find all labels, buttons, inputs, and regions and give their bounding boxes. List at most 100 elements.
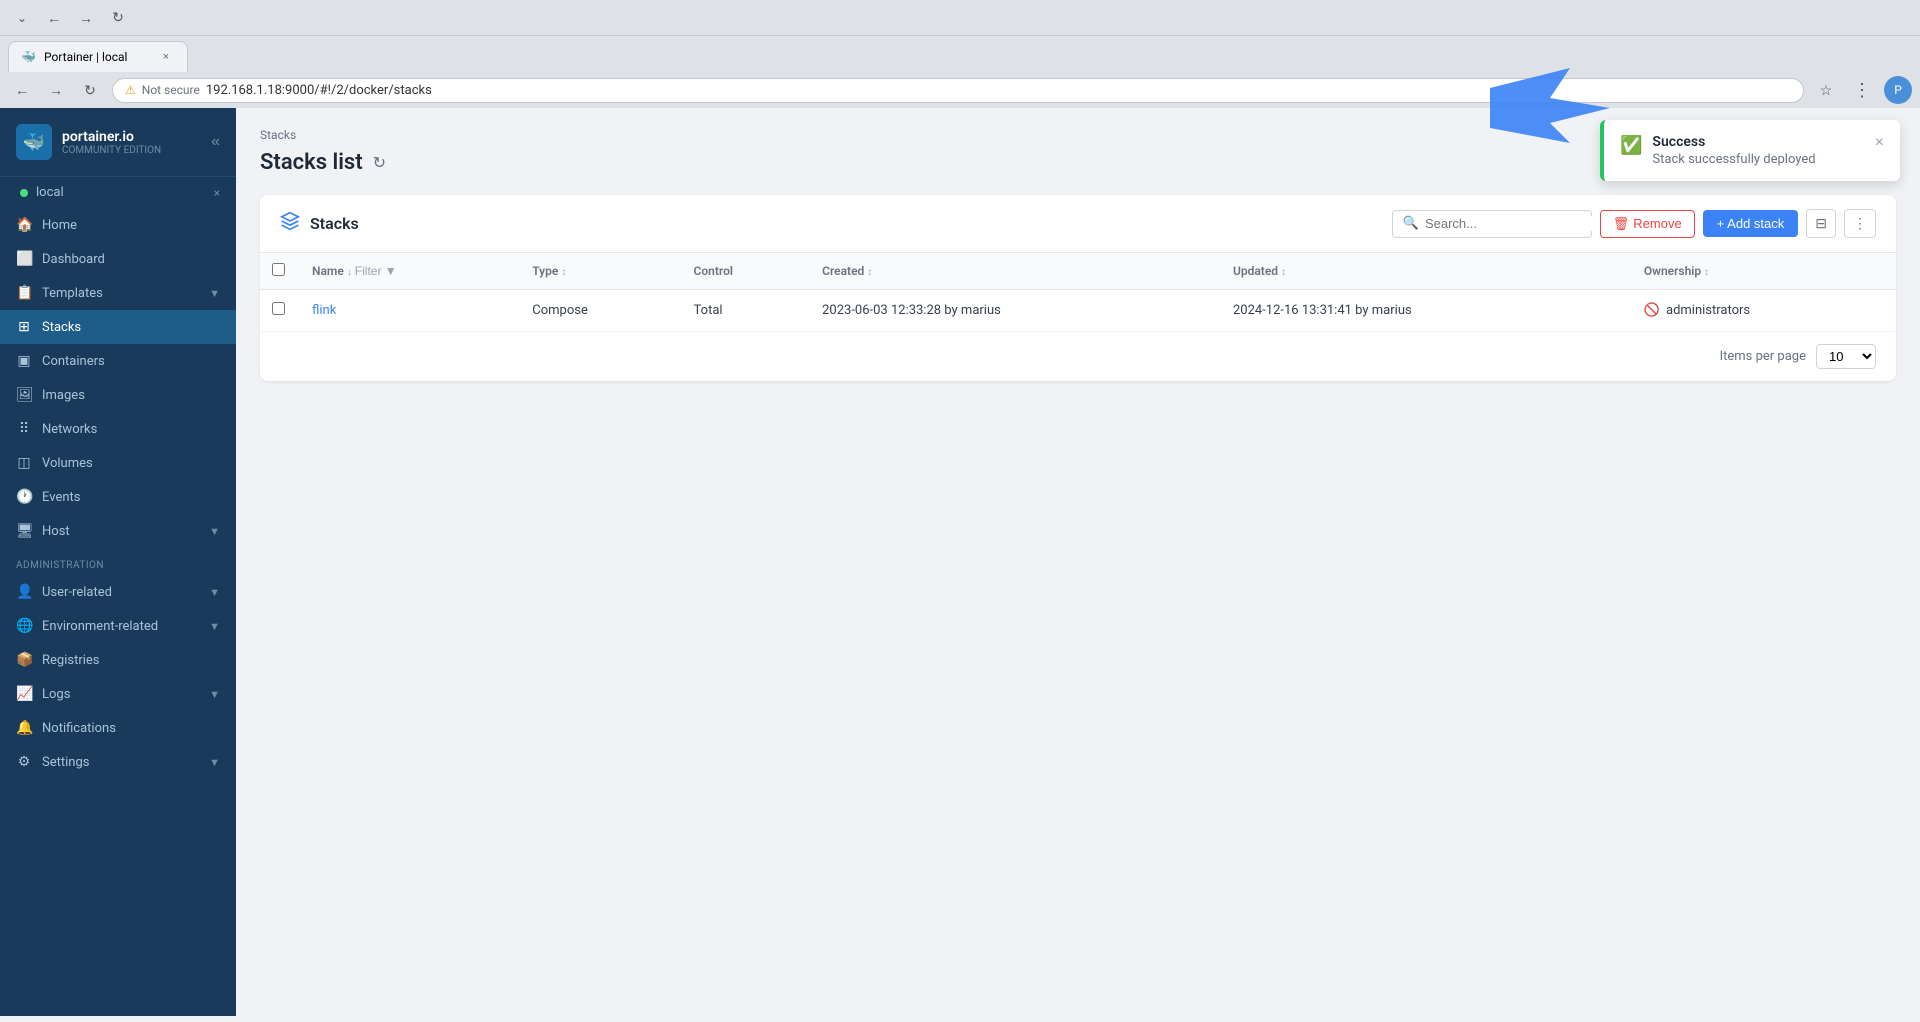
- logs-icon: 📈: [16, 686, 32, 702]
- bookmark-button[interactable]: ☆: [1812, 76, 1840, 104]
- logo-edition: COMMUNITY EDITION: [62, 145, 161, 156]
- chevron-down-icon: ▼: [209, 756, 220, 769]
- main-content: Stacks Stacks list ↻ Stacks: [236, 108, 1920, 1016]
- profile-avatar[interactable]: P: [1884, 76, 1912, 104]
- search-input[interactable]: [1425, 216, 1601, 231]
- sidebar-item-label: Networks: [42, 422, 97, 437]
- networks-icon: ⠿: [16, 421, 32, 437]
- volumes-icon: ◫: [16, 455, 32, 471]
- tab-close-button[interactable]: ×: [157, 48, 175, 66]
- chevron-down-icon: ▼: [209, 287, 220, 300]
- refresh-button[interactable]: ↻: [373, 153, 386, 173]
- toast-close-button[interactable]: ×: [1875, 134, 1884, 152]
- address-bar[interactable]: ⚠ Not secure 192.168.1.18:9000/#!/2/dock…: [112, 78, 1804, 103]
- sort-icon: ↕: [561, 267, 566, 278]
- notifications-icon: 🔔: [16, 720, 32, 736]
- settings-icon: ⚙: [16, 754, 32, 770]
- stack-control-cell: Total: [682, 290, 811, 332]
- active-tab[interactable]: 🐳 Portainer | local ×: [8, 41, 188, 72]
- sidebar-item-home[interactable]: 🏠 Home: [0, 208, 236, 242]
- items-per-page-label: Items per page: [1720, 349, 1806, 364]
- environment-icon: 🌐: [16, 618, 32, 634]
- security-icon: ⚠: [125, 83, 136, 97]
- security-text: Not secure: [142, 83, 200, 97]
- nav-back-button[interactable]: ←: [8, 76, 36, 104]
- sidebar-item-settings[interactable]: ⚙ Settings ▼: [0, 745, 236, 779]
- more-options-button[interactable]: ⋮: [1844, 209, 1876, 238]
- chevron-down-icon: ▼: [209, 620, 220, 633]
- table-row: flink Compose Total 2023-06-03 12:33:28 …: [260, 290, 1896, 332]
- sidebar-item-label: Notifications: [42, 721, 116, 736]
- sidebar-item-containers[interactable]: ▣ Containers: [0, 344, 236, 378]
- stacks-panel-icon: [280, 211, 300, 236]
- notification-toast: ✅ Success Stack successfully deployed ×: [1600, 120, 1900, 181]
- browser-reload[interactable]: ↻: [104, 4, 132, 32]
- sort-icon: ↓: [347, 267, 352, 278]
- sidebar-item-volumes[interactable]: ◫ Volumes: [0, 446, 236, 480]
- sidebar-item-user-related[interactable]: 👤 User-related ▼: [0, 575, 236, 609]
- sidebar-item-label: Registries: [42, 653, 100, 668]
- filter-button[interactable]: Filter ▼: [355, 264, 397, 278]
- ownership-icon: 🚫: [1644, 303, 1660, 318]
- sidebar-item-logs[interactable]: 📈 Logs ▼: [0, 677, 236, 711]
- stack-type-cell: Compose: [520, 290, 681, 332]
- browser-forward[interactable]: →: [72, 4, 100, 32]
- host-icon: 🖥: [16, 523, 32, 539]
- environment-item[interactable]: local ×: [0, 177, 236, 208]
- sort-icon: ↕: [867, 267, 872, 278]
- sidebar-item-events[interactable]: 🕐 Events: [0, 480, 236, 514]
- registries-icon: 📦: [16, 652, 32, 668]
- sidebar-item-label: Settings: [42, 755, 89, 770]
- sidebar: 🐳 portainer.io COMMUNITY EDITION « local…: [0, 108, 236, 1016]
- view-toggle-button[interactable]: ⊟: [1806, 209, 1836, 238]
- stack-name-link[interactable]: flink: [312, 303, 336, 318]
- sidebar-item-host[interactable]: 🖥 Host ▼: [0, 514, 236, 548]
- sidebar-item-networks[interactable]: ⠿ Networks: [0, 412, 236, 446]
- sidebar-item-images[interactable]: 🖼 Images: [0, 378, 236, 412]
- sidebar-item-templates[interactable]: 📋 Templates ▼: [0, 276, 236, 310]
- remove-button[interactable]: 🗑 Remove: [1600, 210, 1695, 238]
- chevron-down-icon: ▼: [209, 525, 220, 538]
- per-page-select[interactable]: 10 25 50 100: [1816, 344, 1876, 369]
- templates-icon: 📋: [16, 285, 32, 301]
- row-checkbox[interactable]: [272, 302, 285, 315]
- col-type: Type ↕: [520, 253, 681, 290]
- stacks-table: Name ↓ Filter ▼ Type ↕ Control Created ↕: [260, 253, 1896, 332]
- sidebar-item-label: Stacks: [42, 320, 81, 335]
- dashboard-icon: ⬜: [16, 251, 32, 267]
- browser-menu-button[interactable]: ⋮: [1848, 76, 1876, 104]
- browser-minimize[interactable]: ⌄: [8, 4, 36, 32]
- nav-forward-button[interactable]: →: [42, 76, 70, 104]
- environment-close-icon[interactable]: ×: [214, 186, 220, 200]
- col-created: Created ↕: [810, 253, 1221, 290]
- tab-favicon: 🐳: [21, 50, 36, 64]
- sidebar-collapse-button[interactable]: «: [211, 133, 220, 151]
- sidebar-item-label: Home: [42, 218, 77, 233]
- panel-actions: 🔍 × 🗑 Remove + Add stack ⊟ ⋮: [1392, 209, 1876, 238]
- select-all-checkbox[interactable]: [272, 263, 285, 276]
- images-icon: 🖼: [16, 387, 32, 403]
- nav-reload-button[interactable]: ↻: [76, 76, 104, 104]
- stack-updated-cell: 2024-12-16 13:31:41 by marius: [1221, 290, 1632, 332]
- stack-created-cell: 2023-06-03 12:33:28 by marius: [810, 290, 1221, 332]
- add-stack-button[interactable]: + Add stack: [1703, 210, 1799, 237]
- events-icon: 🕐: [16, 489, 32, 505]
- chevron-down-icon: ▼: [209, 586, 220, 599]
- remove-label: Remove: [1633, 216, 1681, 231]
- sidebar-item-environment-related[interactable]: 🌐 Environment-related ▼: [0, 609, 236, 643]
- search-icon: 🔍: [1403, 216, 1419, 231]
- panel-header: Stacks 🔍 × 🗑 Remove + Add stack ⊟ ⋮: [260, 195, 1896, 253]
- sidebar-item-registries[interactable]: 📦 Registries: [0, 643, 236, 677]
- sidebar-item-stacks[interactable]: ⊞ Stacks: [0, 310, 236, 344]
- success-icon: ✅: [1620, 135, 1642, 156]
- tab-title: Portainer | local: [44, 50, 128, 64]
- sidebar-item-dashboard[interactable]: ⬜ Dashboard: [0, 242, 236, 276]
- stacks-panel: Stacks 🔍 × 🗑 Remove + Add stack ⊟ ⋮: [260, 195, 1896, 381]
- toast-title: Success: [1652, 134, 1864, 150]
- col-name: Name ↓ Filter ▼: [300, 253, 520, 290]
- browser-back[interactable]: ←: [40, 4, 68, 32]
- sidebar-item-notifications[interactable]: 🔔 Notifications: [0, 711, 236, 745]
- chevron-down-icon: ▼: [209, 688, 220, 701]
- search-box: 🔍 ×: [1392, 210, 1592, 238]
- sidebar-item-label: Logs: [42, 687, 70, 702]
